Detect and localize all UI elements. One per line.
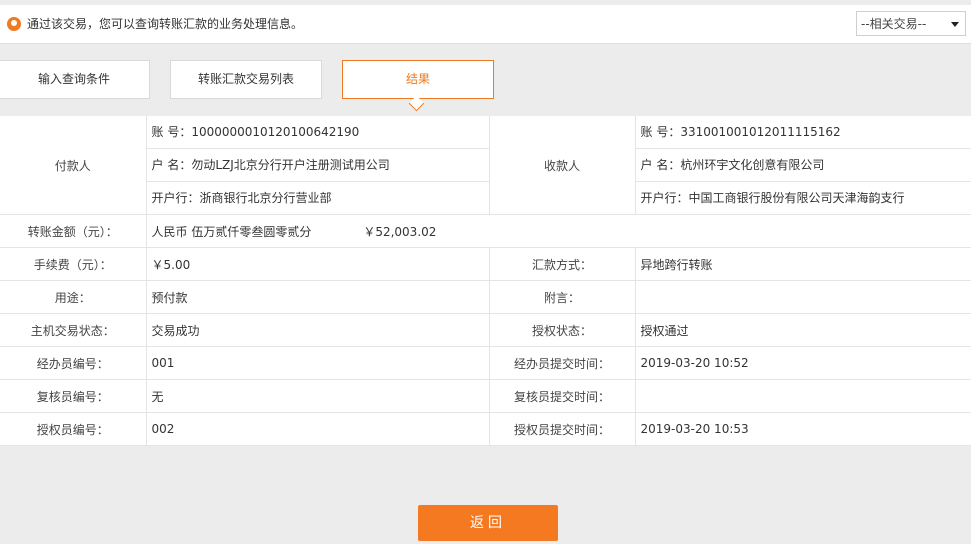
table-row: 授权员编号： 002 授权员提交时间： 2019-03-20 10:53 bbox=[0, 412, 971, 446]
purpose-label: 用途： bbox=[0, 280, 147, 314]
reviewer-id-label: 复核员编号： bbox=[0, 379, 147, 413]
authorizer-id-label: 授权员编号： bbox=[0, 412, 147, 446]
payer-bank: 开户行：浙商银行北京分行营业部 bbox=[151, 191, 332, 205]
amount-row: 转账金额（元）： 人民币 伍万贰仟零叁圆零贰分 ￥52,003.02 bbox=[0, 214, 971, 248]
postscript-label: 附言： bbox=[488, 280, 636, 314]
payee-info: 账 号：331001001012011115162 户 名：杭州环宇文化创意有限… bbox=[634, 116, 971, 215]
operator-id-label: 经办员编号： bbox=[0, 346, 147, 380]
authorizer-time-value: 2019-03-20 10:53 bbox=[634, 412, 971, 446]
notice-bar: 通过该交易，您可以查询转账汇款的业务处理信息。 --相关交易-- bbox=[0, 5, 971, 44]
payer-label: 付款人 bbox=[0, 116, 147, 215]
authorizer-time-label: 授权员提交时间： bbox=[488, 412, 636, 446]
step-query-conditions[interactable]: 输入查询条件 bbox=[0, 60, 150, 99]
table-row: 主机交易状态： 交易成功 授权状态： 授权通过 bbox=[0, 313, 971, 347]
operator-id-value: 001 bbox=[145, 346, 490, 380]
payer-info: 账 号：1000000010120100642190 户 名：勿动LZJ北京分行… bbox=[145, 116, 490, 215]
party-row: 付款人 账 号：1000000010120100642190 户 名：勿动LZJ… bbox=[0, 116, 971, 215]
auth-status-value: 授权通过 bbox=[634, 313, 971, 347]
amount-number: ￥52,003.02 bbox=[363, 224, 437, 239]
transfer-result-page: 通过该交易，您可以查询转账汇款的业务处理信息。 --相关交易-- 输入查询条件 … bbox=[0, 0, 971, 544]
payee-bank: 开户行：中国工商银行股份有限公司天津海韵支行 bbox=[640, 191, 905, 205]
payee-name: 户 名：杭州环宇文化创意有限公司 bbox=[635, 149, 971, 182]
operator-time-label: 经办员提交时间： bbox=[488, 346, 636, 380]
result-table: 付款人 账 号：1000000010120100642190 户 名：勿动LZJ… bbox=[0, 116, 971, 446]
payee-account: 账 号：331001001012011115162 bbox=[635, 116, 971, 149]
fee-label: 手续费（元）： bbox=[0, 247, 147, 281]
host-status-value: 交易成功 bbox=[145, 313, 490, 347]
postscript-value bbox=[634, 280, 971, 314]
payer-account: 账 号：1000000010120100642190 bbox=[146, 116, 489, 149]
notice-text: 通过该交易，您可以查询转账汇款的业务处理信息。 bbox=[27, 17, 304, 31]
host-status-label: 主机交易状态： bbox=[0, 313, 147, 347]
operator-time-value: 2019-03-20 10:52 bbox=[634, 346, 971, 380]
caret-down-icon bbox=[951, 22, 959, 27]
table-row: 复核员编号： 无 复核员提交时间： bbox=[0, 379, 971, 413]
location-pin-icon bbox=[7, 17, 21, 31]
fee-value: ￥5.00 bbox=[145, 247, 490, 281]
reviewer-time-value bbox=[634, 379, 971, 413]
related-transactions-select[interactable]: --相关交易-- bbox=[856, 11, 966, 36]
amount-label: 转账金额（元）： bbox=[0, 214, 147, 248]
payee-label: 收款人 bbox=[488, 116, 636, 215]
table-row: 经办员编号： 001 经办员提交时间： 2019-03-20 10:52 bbox=[0, 346, 971, 380]
remit-method-value: 异地跨行转账 bbox=[634, 247, 971, 281]
reviewer-id-value: 无 bbox=[145, 379, 490, 413]
reviewer-time-label: 复核员提交时间： bbox=[488, 379, 636, 413]
related-select-value: --相关交易-- bbox=[861, 17, 927, 31]
table-row: 用途： 预付款 附言： bbox=[0, 280, 971, 314]
amount-words: 人民币 伍万贰仟零叁圆零贰分 bbox=[151, 224, 312, 239]
table-row: 手续费（元）： ￥5.00 汇款方式： 异地跨行转账 bbox=[0, 247, 971, 281]
authorizer-id-value: 002 bbox=[145, 412, 490, 446]
remit-method-label: 汇款方式： bbox=[488, 247, 636, 281]
purpose-value: 预付款 bbox=[145, 280, 490, 314]
step-transfer-list[interactable]: 转账汇款交易列表 bbox=[170, 60, 322, 99]
amount-value: 人民币 伍万贰仟零叁圆零贰分 ￥52,003.02 bbox=[145, 214, 971, 248]
step-result: 结果 bbox=[342, 60, 494, 99]
auth-status-label: 授权状态： bbox=[488, 313, 636, 347]
back-button[interactable]: 返回 bbox=[418, 505, 558, 541]
payer-name: 户 名：勿动LZJ北京分行开户注册测试用公司 bbox=[146, 149, 489, 182]
